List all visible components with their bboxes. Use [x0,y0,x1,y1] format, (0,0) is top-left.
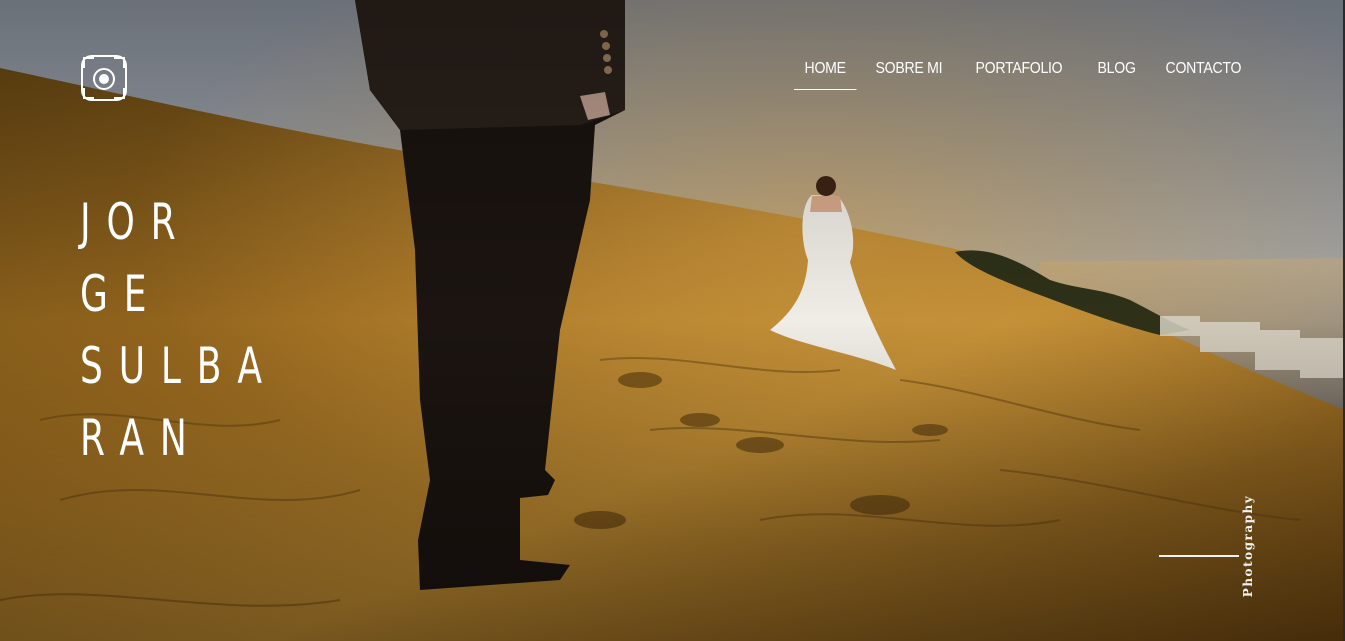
hero-title: JOR GE SULBA RAN [80,186,355,474]
decorative-line [1159,555,1239,557]
hero-title-line: GE [80,265,163,323]
hero-title-line: RAN [80,409,203,467]
nav-item-home[interactable]: HOME [794,58,857,90]
photography-tagline: Photography [1241,494,1255,598]
hero-section: HOME SOBRE MI PORTAFOLIO BLOG CONTACTO J… [0,0,1345,641]
nav-item-contacto[interactable]: CONTACTO [1155,58,1252,90]
main-nav: HOME SOBRE MI PORTAFOLIO BLOG CONTACTO [794,58,1264,90]
nav-item-portafolio[interactable]: PORTAFOLIO [965,58,1073,90]
nav-item-blog[interactable]: BLOG [1087,58,1146,90]
camera-lens-icon[interactable] [80,54,128,102]
nav-item-sobre-mi[interactable]: SOBRE MI [865,58,953,90]
hero-title-line: SULBA [80,337,278,395]
hero-title-line: JOR [80,193,192,251]
